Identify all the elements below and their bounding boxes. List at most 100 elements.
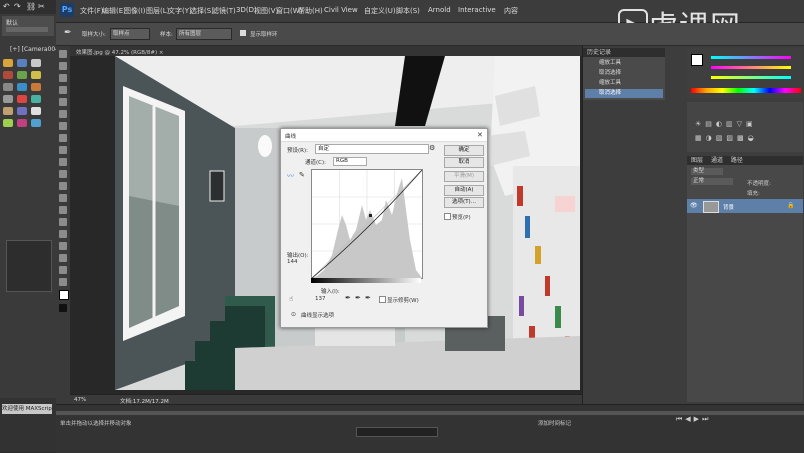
auto-button[interactable]: 自动(A)	[444, 185, 484, 196]
sample-select[interactable]: 所有图层	[176, 28, 232, 40]
history-item[interactable]: 缩放工具	[585, 59, 663, 68]
show-ring-checkbox[interactable]	[240, 30, 246, 36]
black-eyedropper-icon[interactable]: ✒	[345, 294, 351, 302]
teapot-icon[interactable]	[31, 107, 42, 115]
eye-icon[interactable]: 👁	[690, 202, 698, 209]
dodge-tool-icon[interactable]	[59, 206, 67, 214]
document-tab[interactable]: 效果图.jpg @ 47.2% (RGB/8#) ×	[76, 48, 163, 56]
maxscript-listener[interactable]: 欢迎使用 MAXScript	[2, 404, 52, 414]
menu-item-edit[interactable]: 编辑(E)	[102, 6, 126, 16]
camera-icon[interactable]	[17, 71, 28, 79]
menu-item-interactive[interactable]: Interactive	[458, 6, 496, 14]
redo-icon[interactable]: ↷	[14, 2, 21, 11]
add-time-tag[interactable]: 添加时间标记	[538, 419, 571, 427]
space-warp-icon[interactable]	[31, 119, 42, 127]
preset-select[interactable]: 自定	[315, 144, 429, 154]
shape-tool-icon[interactable]	[59, 254, 67, 262]
render-icon[interactable]	[31, 83, 42, 91]
color-slider-b[interactable]	[711, 76, 791, 79]
helper-icon[interactable]	[31, 71, 42, 79]
menu-item-help[interactable]: 帮助(H)	[298, 6, 323, 16]
menu-item-filter[interactable]: 滤镜(T)	[212, 6, 236, 16]
undo-icon[interactable]: ↶	[3, 2, 10, 11]
type-tool-icon[interactable]	[59, 230, 67, 238]
hand-adjust-icon[interactable]: ☝	[289, 295, 293, 303]
max-mini-viewport[interactable]	[6, 240, 52, 292]
menu-item-image[interactable]: 图像(I)	[124, 6, 146, 16]
menu-item-file[interactable]: 文件(F)	[80, 6, 104, 16]
zoom-tool-icon[interactable]	[59, 278, 67, 286]
move-tool-icon[interactable]	[59, 50, 67, 58]
curves-dialog[interactable]: 曲线 ✕ 预设(R): 自定 ⚙ 通道(C): RGB 〰 ✎ 输出(O): 1…	[280, 128, 488, 328]
history-brush-icon[interactable]	[59, 158, 67, 166]
curve-point-tool-icon[interactable]: 〰	[287, 171, 294, 181]
tab-paths[interactable]: 路径	[731, 157, 743, 164]
material-icon[interactable]	[17, 83, 28, 91]
menu-item-arnold[interactable]: Arnold	[428, 6, 451, 14]
preview-checkbox[interactable]	[444, 213, 451, 220]
menu-item-layer[interactable]: 图层(L)	[146, 6, 169, 16]
foreground-color-swatch[interactable]	[59, 290, 69, 300]
max-selection-set[interactable]	[6, 27, 48, 32]
curves-title-bar[interactable]: 曲线 ✕	[281, 129, 487, 142]
history-item[interactable]: 取消选择	[585, 69, 663, 78]
output-value[interactable]: 144	[287, 259, 298, 265]
close-icon[interactable]: ✕	[477, 131, 483, 139]
layer-kind-filter[interactable]: 类型	[691, 168, 723, 175]
blur-tool-icon[interactable]	[59, 194, 67, 202]
menu-item-scripting[interactable]: 脚本(S)	[396, 6, 420, 16]
brush-tool-icon[interactable]	[59, 134, 67, 142]
expand-options-icon[interactable]: ⊙	[291, 311, 296, 318]
tab-channels[interactable]: 通道	[711, 157, 723, 164]
eyedropper-icon[interactable]	[59, 110, 67, 118]
color-spectrum[interactable]	[691, 88, 801, 93]
curve-display-options[interactable]: 曲线显示选项	[301, 311, 334, 319]
history-item[interactable]: 缩放工具	[585, 79, 663, 88]
hand-tool-icon[interactable]	[59, 266, 67, 274]
foreground-color[interactable]	[691, 54, 703, 66]
pencil-tool-icon[interactable]: ✎	[299, 171, 305, 179]
smooth-button[interactable]: 平滑(M)	[444, 171, 484, 182]
healing-brush-icon[interactable]	[59, 122, 67, 130]
eyedropper-tool-icon[interactable]: ✒	[64, 28, 72, 38]
shape-icon[interactable]	[17, 107, 28, 115]
zoom-level[interactable]: 47%	[74, 397, 86, 403]
history-tab[interactable]: 历史记录	[583, 48, 665, 57]
history-item-active[interactable]: 取消选择	[585, 89, 663, 98]
color-slider-r[interactable]	[711, 56, 791, 59]
foliage-icon[interactable]	[3, 119, 13, 127]
menu-item-customize[interactable]: 自定义(U)	[364, 6, 396, 16]
quick-select-tool-icon[interactable]	[59, 86, 67, 94]
layer-row-background[interactable]: 👁 背景 🔒	[687, 199, 803, 213]
max-viewport-label[interactable]: [+] [Camera004]	[10, 46, 61, 53]
show-clipping-checkbox[interactable]	[379, 296, 386, 303]
modifier-icon[interactable]	[3, 83, 13, 91]
tab-layers[interactable]: 图层	[691, 157, 703, 164]
background-color-swatch[interactable]	[59, 304, 67, 312]
cancel-button[interactable]: 取消	[444, 157, 484, 168]
adjustment-icons-row-2[interactable]: ▦◑▧▨▩◒	[695, 134, 795, 144]
unlink-icon[interactable]: ✂	[38, 2, 45, 11]
path-select-icon[interactable]	[59, 242, 67, 250]
crop-tool-icon[interactable]	[59, 98, 67, 106]
display-icon[interactable]	[31, 95, 42, 103]
options-button[interactable]: 选项(T)...	[444, 197, 484, 208]
clone-stamp-icon[interactable]	[59, 146, 67, 154]
channel-select[interactable]: RGB	[333, 157, 367, 166]
light-icon[interactable]	[3, 71, 13, 79]
plane-icon[interactable]	[31, 59, 42, 67]
link-icon[interactable]: ⛓	[26, 2, 36, 11]
white-eyedropper-icon[interactable]: ✒	[365, 294, 371, 302]
menu-item-type[interactable]: 文字(Y)	[168, 6, 192, 16]
utility-icon[interactable]	[3, 107, 13, 115]
menu-item-view[interactable]: 视图(V)	[254, 6, 278, 16]
pen-tool-icon[interactable]	[59, 218, 67, 226]
box-icon[interactable]	[17, 59, 28, 67]
menu-item-content[interactable]: 内容	[504, 6, 518, 16]
menu-item-civil-view[interactable]: Civil View	[324, 6, 358, 14]
ok-button[interactable]: 确定	[444, 145, 484, 156]
coordinate-field[interactable]	[356, 427, 438, 437]
curves-graph[interactable]	[311, 169, 423, 279]
marquee-tool-icon[interactable]	[59, 62, 67, 70]
particle-icon[interactable]	[17, 119, 28, 127]
